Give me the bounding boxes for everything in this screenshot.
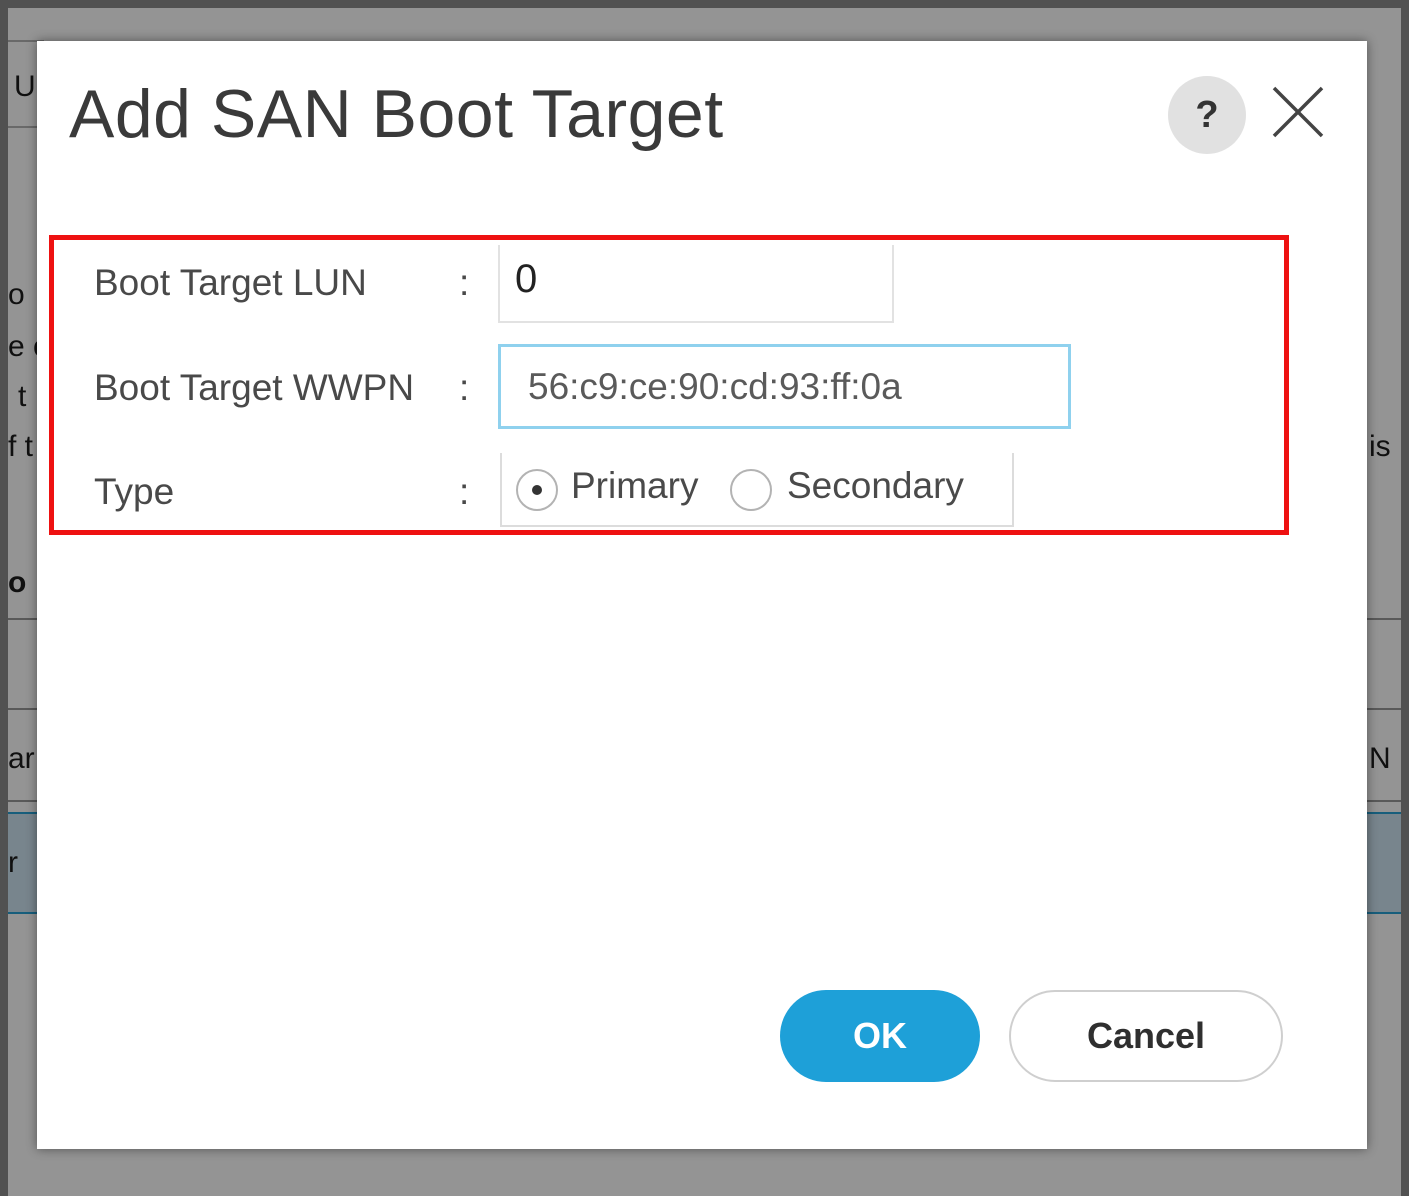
type-radio-group: Primary Secondary (500, 453, 1014, 527)
dialog-title: Add SAN Boot Target (69, 76, 724, 152)
cancel-button[interactable]: Cancel (1009, 990, 1283, 1082)
boot-target-wwpn-input[interactable] (498, 344, 1071, 429)
lun-colon: : (459, 262, 470, 303)
help-button[interactable]: ? (1168, 76, 1246, 154)
add-san-boot-target-dialog: Add SAN Boot Target ? Boot Target LUN : … (37, 41, 1367, 1149)
close-icon (1272, 86, 1324, 138)
ok-button[interactable]: OK (780, 990, 980, 1082)
primary-radio-label[interactable]: Primary (571, 465, 698, 507)
type-label: Type (94, 471, 175, 512)
help-icon: ? (1195, 93, 1219, 136)
secondary-radio[interactable] (730, 469, 772, 511)
wwpn-colon: : (459, 367, 470, 408)
boot-target-wwpn-label: Boot Target WWPN (94, 367, 415, 408)
type-colon: : (459, 471, 470, 512)
close-button[interactable] (1269, 83, 1327, 141)
boot-target-lun-label: Boot Target LUN (94, 262, 367, 303)
primary-radio[interactable] (516, 469, 558, 511)
boot-target-lun-input[interactable] (498, 245, 894, 323)
secondary-radio-label[interactable]: Secondary (787, 465, 964, 507)
